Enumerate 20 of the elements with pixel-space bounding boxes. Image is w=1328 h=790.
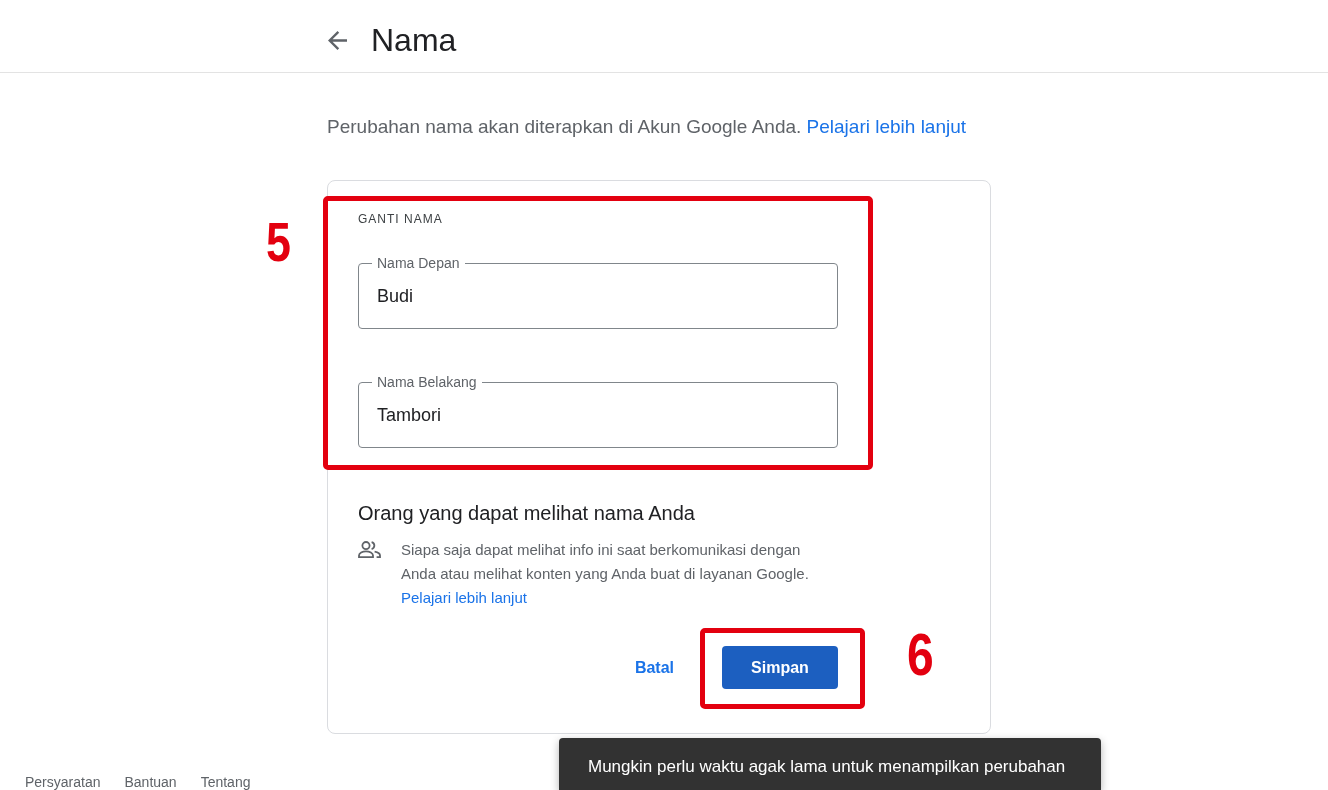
save-button[interactable]: Simpan — [722, 646, 838, 689]
footer-link[interactable]: Persyaratan — [25, 774, 101, 790]
field-label: Nama Belakang — [372, 374, 482, 390]
step-number: 6 — [907, 625, 934, 685]
footer-link[interactable]: Tentang — [200, 774, 251, 790]
people-icon — [358, 541, 381, 558]
cancel-button[interactable]: Batal — [622, 650, 686, 685]
learn-more-link[interactable]: Pelajari lebih lanjut — [806, 116, 967, 137]
back-arrow-icon — [328, 30, 347, 50]
toast-message: Mungkin perlu waktu agak lama untuk menampilkan perubahan — [559, 738, 1101, 790]
intro-text: Perubahan nama akan diterapkan di Akun Google Anda. Pelajari lebih lanjut — [327, 115, 968, 139]
visibility-heading: Orang yang dapat melihat nama Anda — [358, 501, 696, 526]
page-title: Nama — [371, 21, 457, 60]
learn-more-link[interactable]: Pelajari lebih lanjut — [401, 589, 527, 606]
field-label: Nama Depan — [372, 255, 465, 271]
back-button[interactable] — [328, 30, 347, 50]
step-number: 5 — [266, 214, 291, 270]
visibility-text: Siapa saja dapat melihat info ini saat berkomunikasi dengan Anda atau melihat konten yang Anda buat di layanan Google. Pelajari lebih lanjut — [401, 540, 810, 608]
section-heading: GANTI NAMA — [358, 211, 443, 227]
footer-link[interactable]: Bantuan — [124, 774, 177, 790]
